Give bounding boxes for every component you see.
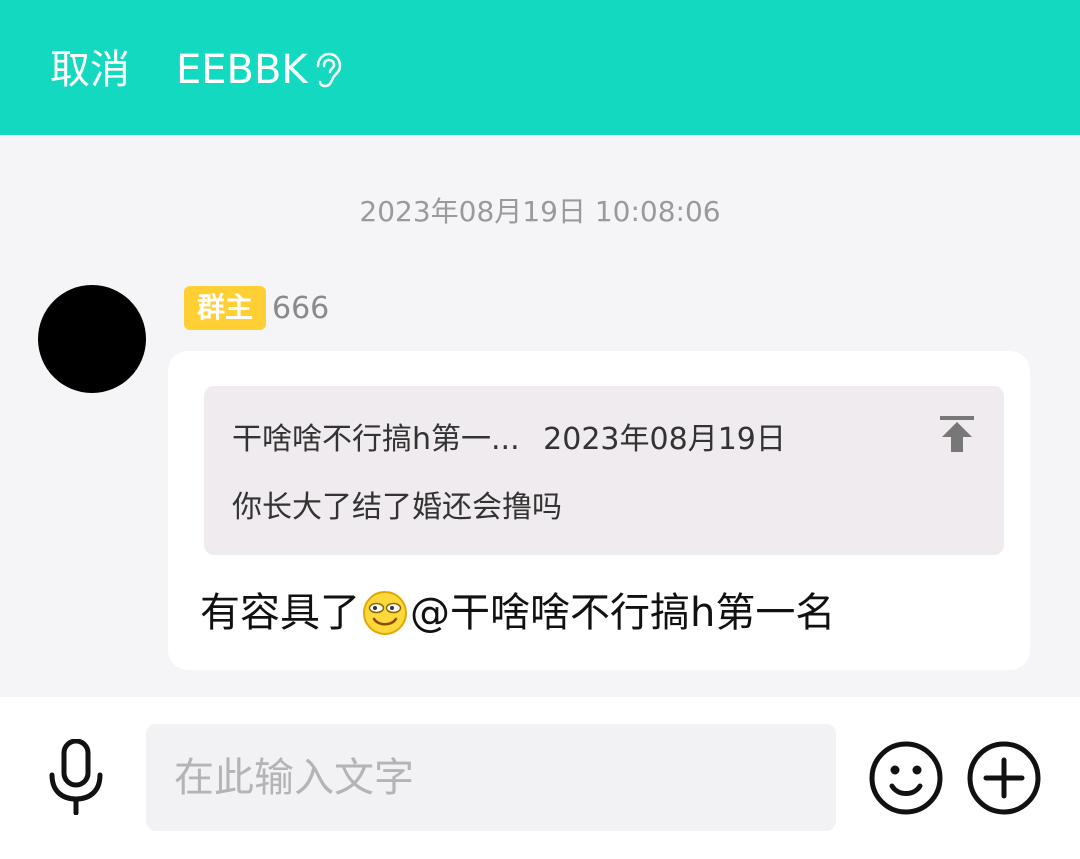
quote-header: 干啥啥不行搞h第一... 2023年08月19日: [232, 420, 786, 460]
sender-name: 666: [272, 291, 330, 326]
cancel-button[interactable]: 取消: [50, 44, 130, 96]
plus-icon[interactable]: [966, 740, 1042, 816]
message-bubble[interactable]: 干啥啥不行搞h第一... 2023年08月19日 你长大了结了婚还会撸吗 有容具…: [168, 351, 1030, 670]
quote-text: 你长大了结了婚还会撸吗: [232, 490, 562, 525]
chat-title: EEBBK: [176, 47, 308, 93]
message-text: 有容具了 @干啥啥不行搞h第一名: [200, 587, 835, 639]
quote-date: 2023年08月19日: [543, 422, 786, 457]
message-input[interactable]: [146, 724, 836, 831]
smirk-face-emoji: [363, 591, 407, 635]
microphone-icon[interactable]: [44, 739, 108, 815]
smile-icon[interactable]: [868, 740, 944, 816]
ear-icon[interactable]: [308, 50, 348, 90]
pin-to-top-icon[interactable]: [938, 414, 976, 454]
input-bar: [0, 697, 1080, 859]
top-bar: 取消 EEBBK: [0, 0, 1080, 135]
avatar[interactable]: [38, 285, 146, 393]
message-mention: @干啥啥不行搞h第一名: [410, 590, 836, 636]
message-timestamp: 2023年08月19日 10:08:06: [359, 195, 721, 228]
message-text-part: 有容具了: [200, 590, 360, 636]
role-badge: 群主: [184, 286, 266, 330]
quote-author: 干啥啥不行搞h第一...: [232, 422, 520, 457]
quoted-message[interactable]: 干啥啥不行搞h第一... 2023年08月19日 你长大了结了婚还会撸吗: [204, 386, 1004, 555]
